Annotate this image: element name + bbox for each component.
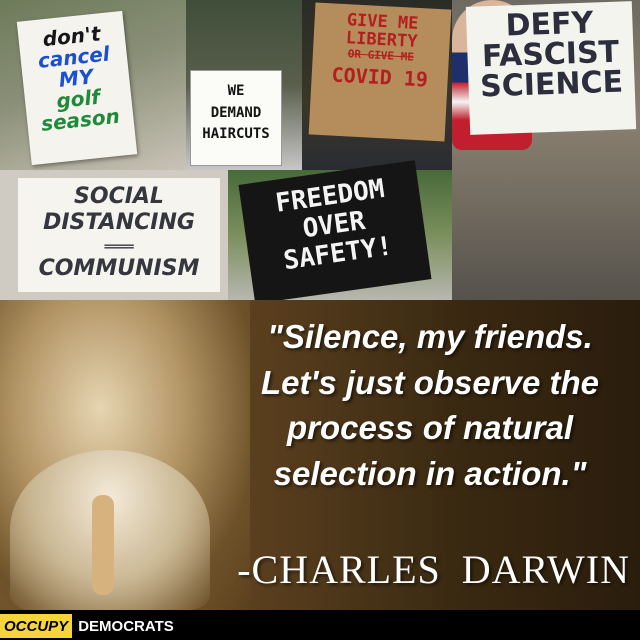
sign-text: DEMAND: [210, 104, 262, 121]
sign-text: COVID 19: [330, 62, 429, 92]
sign-text: WE: [227, 83, 245, 99]
quote-attribution: -CHARLES DARWIN: [237, 547, 630, 592]
sign-golf-season: don't cancel MY golf season: [16, 10, 138, 166]
brand-logo-occupy: OCCUPY: [0, 614, 73, 638]
quote-panel: "Silence, my friends. Let's just observe…: [0, 300, 640, 610]
sign-text: SOCIAL: [74, 184, 164, 209]
sign-freedom-over-safety: FREEDOM OVER SAFETY!: [238, 160, 432, 304]
quote-text: "Silence, my friends. Let's just observe…: [261, 318, 599, 492]
sign-text: COMMUNISM: [38, 255, 200, 281]
protest-photo-collage: don't cancel MY golf season WE DEMAND HA…: [0, 0, 640, 304]
brand-logo-democrats: DEMOCRATS: [78, 617, 174, 635]
brand-logo: OCCUPY DEMOCRATS: [0, 614, 180, 638]
sign-defy-fascist-science: DEFY FASCIST SCIENCE: [465, 1, 637, 135]
sign-text: SCIENCE: [479, 64, 624, 105]
equals-sign: ═══: [104, 236, 134, 256]
sign-give-me-liberty: GIVE ME LIBERTY OR GIVE ME COVID 19: [308, 2, 452, 142]
sign-demand-haircuts: WE DEMAND HAIRCUTS: [190, 70, 282, 166]
sign-text: DISTANCING: [43, 210, 195, 236]
shushing-finger: [92, 495, 114, 595]
sign-social-distancing-communism: SOCIAL DISTANCING ═══ COMMUNISM: [18, 178, 220, 292]
sign-text: HAIRCUTS: [202, 126, 270, 143]
